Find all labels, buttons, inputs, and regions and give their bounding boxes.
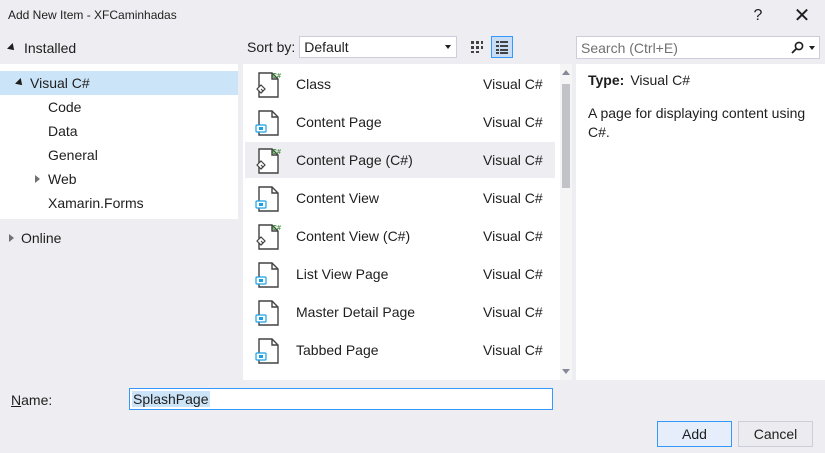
category-tree: Visual C# Code Data General Web Xamarin.… [0, 64, 238, 219]
template-type: Visual C# [483, 304, 543, 320]
template-name: Class [296, 76, 332, 92]
tree-item-web[interactable]: Web [35, 167, 77, 191]
svg-text:C#: C# [272, 225, 281, 232]
installed-label: Installed [24, 40, 77, 56]
window-title: Add New Item - XFCaminhadas [8, 8, 177, 22]
template-name: Content Page [296, 114, 382, 130]
details-type: Type: Visual C# [588, 72, 813, 88]
search-input[interactable]: Search (Ctrl+E) [576, 36, 820, 59]
installed-header[interactable]: Installed [0, 36, 240, 60]
sort-label: Sort by: [247, 39, 296, 55]
xaml-page-icon [255, 300, 279, 326]
template-row[interactable]: C# Content View (C#) Visual C# [245, 218, 555, 254]
svg-text:C#: C# [272, 73, 281, 80]
template-row[interactable]: C# Content Page (C#) Visual C# [245, 142, 555, 178]
title-bar: Add New Item - XFCaminhadas ? ✕ [0, 0, 825, 31]
name-field[interactable]: SplashPage [129, 388, 553, 410]
template-type: Visual C# [483, 342, 543, 358]
svg-text:C#: C# [272, 149, 281, 156]
template-name: Master Detail Page [296, 304, 416, 320]
tree-item-xamarin-forms[interactable]: Xamarin.Forms [48, 191, 144, 215]
search-placeholder: Search (Ctrl+E) [581, 39, 678, 56]
help-button[interactable]: ? [735, 0, 781, 31]
template-row[interactable]: Content Page Visual C# [245, 104, 555, 140]
csharp-page-icon: C# [256, 148, 281, 174]
collapsed-arrow-icon [9, 234, 14, 242]
tree-item-label: Code [48, 99, 82, 115]
list-view-icon [496, 41, 508, 54]
expanded-arrow-icon [15, 78, 25, 88]
csharp-page-icon: C# [256, 224, 281, 250]
tree-item-label: Web [48, 171, 77, 187]
tree-item-code[interactable]: Code [48, 95, 81, 119]
tree-item-visual-csharp[interactable]: Visual C# [0, 71, 238, 95]
csharp-class-icon: C# [256, 72, 281, 98]
template-type: Visual C# [483, 266, 543, 282]
sort-value: Default [304, 39, 349, 55]
template-row[interactable]: C# Class Visual C# [245, 66, 555, 102]
online-header[interactable]: Online [0, 226, 238, 250]
details-description: A page for displaying content using C#. [588, 105, 806, 140]
xaml-page-icon [255, 262, 279, 288]
chevron-down-icon [445, 45, 452, 49]
details-type-label: Type: [588, 72, 625, 88]
online-label: Online [21, 230, 62, 246]
tree-item-label: General [48, 147, 98, 163]
tree-item-label: Visual C# [30, 75, 90, 91]
tree-item-label: Xamarin.Forms [48, 195, 144, 211]
tree-item-general[interactable]: General [48, 143, 98, 167]
template-type: Visual C# [483, 76, 543, 92]
template-name: Content Page (C#) [296, 152, 413, 168]
collapsed-arrow-icon [35, 175, 40, 183]
template-name: Tabbed Page [296, 342, 379, 358]
tree-item-label: Data [48, 123, 78, 139]
tree-item-data[interactable]: Data [48, 119, 78, 143]
template-row[interactable]: List View Page Visual C# [245, 256, 555, 292]
grid-view-button[interactable] [466, 36, 488, 58]
add-button[interactable]: Add [657, 421, 732, 447]
name-field-value: SplashPage [132, 391, 210, 407]
scroll-down-icon[interactable] [562, 369, 570, 374]
xaml-page-icon [255, 186, 279, 212]
xaml-page-icon [255, 110, 279, 136]
scroll-up-icon[interactable] [562, 70, 570, 75]
name-label: Name: [11, 392, 53, 408]
xaml-page-icon [255, 338, 279, 364]
grid-view-icon [471, 41, 483, 53]
close-button[interactable]: ✕ [779, 0, 825, 31]
template-name: Content View (C#) [296, 228, 411, 244]
template-name: List View Page [296, 266, 389, 282]
search-icon[interactable] [791, 41, 815, 54]
sort-dropdown[interactable]: Default [299, 36, 458, 58]
details-pane: Type: Visual C# A page for displaying con… [576, 64, 825, 380]
template-type: Visual C# [483, 114, 543, 130]
bottom-panel: Name: SplashPage Add Cancel [0, 380, 825, 453]
template-row[interactable]: Master Detail Page Visual C# [245, 294, 555, 330]
scroll-thumb[interactable] [562, 84, 570, 188]
template-row[interactable]: Tabbed Page Visual C# [245, 332, 555, 368]
cancel-button[interactable]: Cancel [738, 421, 813, 447]
list-view-button[interactable] [491, 36, 513, 58]
template-list: C# Class Visual C# Content Page Visual C# C# C… [243, 64, 572, 380]
sort-toolbar: Sort by: Default [247, 36, 458, 58]
template-type: Visual C# [483, 190, 543, 206]
details-type-value: Visual C# [630, 72, 690, 88]
template-list-scrollbar[interactable] [560, 64, 572, 380]
template-row[interactable]: Content View Visual C# [245, 180, 555, 216]
template-type: Visual C# [483, 228, 543, 244]
template-name: Content View [296, 190, 380, 206]
expanded-arrow-icon [7, 43, 17, 53]
chevron-down-icon [809, 45, 815, 50]
template-type: Visual C# [483, 152, 543, 168]
